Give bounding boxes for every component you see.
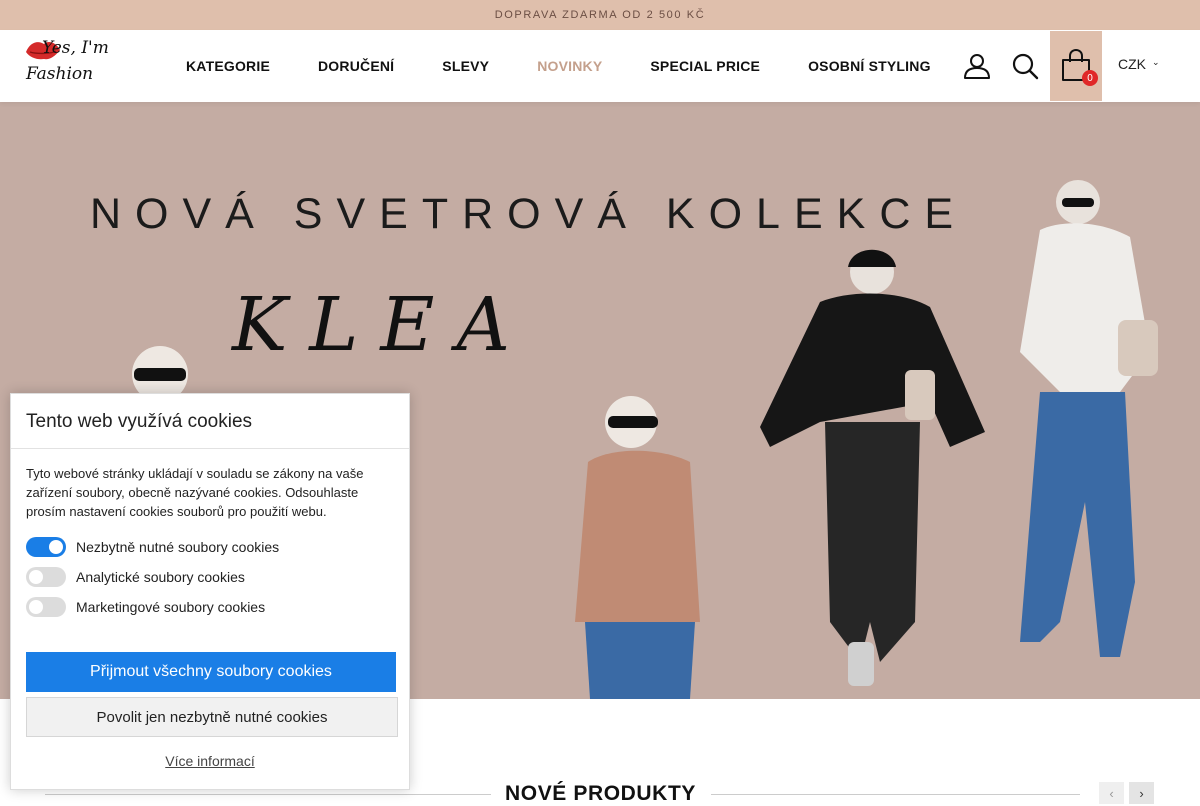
- logo-text-line1: Yes, I'm: [42, 38, 109, 58]
- hero-script-text: KLEA: [232, 282, 532, 368]
- cookie-dialog-title: Tento web využívá cookies: [26, 411, 253, 432]
- shipping-text: DOPRAVA ZDARMA OD 2 500 KČ: [494, 9, 706, 21]
- chevron-down-icon: ⌄: [1152, 56, 1160, 67]
- cart-button[interactable]: 0: [1050, 31, 1102, 101]
- main-nav: KATEGORIE DORUČENÍ SLEVY NOVINKY SPECIAL…: [186, 30, 979, 102]
- carousel-next-button[interactable]: ›: [1129, 782, 1154, 804]
- nav-item-slevy[interactable]: SLEVY: [442, 58, 489, 74]
- nav-item-novinky[interactable]: NOVINKY: [537, 58, 602, 74]
- toggle-label: Nezbytně nutné soubory cookies: [76, 539, 280, 555]
- marketing-cookies-toggle[interactable]: [26, 597, 66, 617]
- logo-text-line2: Fashion: [26, 64, 94, 84]
- toggle-label: Analytické soubory cookies: [76, 569, 245, 585]
- chevron-left-icon: ‹: [1109, 785, 1114, 801]
- nav-item-special-price[interactable]: SPECIAL PRICE: [650, 58, 760, 74]
- search-icon: [1012, 53, 1039, 80]
- section-title: NOVÉ PRODUKTY: [505, 782, 696, 805]
- nav-item-doruceni[interactable]: DORUČENÍ: [318, 58, 394, 74]
- cookie-consent-dialog: Tento web využívá cookies Tyto webové st…: [10, 393, 410, 790]
- divider: [711, 794, 1080, 795]
- cookie-dialog-text: Tyto webové stránky ukládají v souladu s…: [26, 466, 364, 519]
- more-info-link[interactable]: Více informací: [11, 753, 409, 769]
- hero-title: NOVÁ SVETROVÁ KOLEKCE: [90, 190, 968, 238]
- site-header: Yes, I'm Fashion KATEGORIE DORUČENÍ SLEV…: [0, 30, 1200, 102]
- currency-selector[interactable]: CZK ⌄: [1118, 56, 1160, 72]
- cart-count-badge: 0: [1082, 70, 1098, 86]
- chevron-right-icon: ›: [1139, 785, 1144, 801]
- shipping-banner: DOPRAVA ZDARMA OD 2 500 KČ: [0, 0, 1200, 30]
- divider: [45, 794, 491, 795]
- cookie-toggle-row-analytics: Analytické soubory cookies: [26, 567, 245, 587]
- user-icon: [964, 54, 990, 79]
- nav-item-kategorie[interactable]: KATEGORIE: [186, 58, 270, 74]
- account-button[interactable]: [958, 30, 996, 102]
- cookie-toggle-row-marketing: Marketingové soubory cookies: [26, 597, 265, 617]
- toggle-label: Marketingové soubory cookies: [76, 599, 266, 615]
- necessary-cookies-toggle[interactable]: [26, 537, 66, 557]
- divider: [11, 448, 409, 449]
- analytics-cookies-toggle[interactable]: [26, 567, 66, 587]
- currency-label: CZK: [1118, 56, 1146, 72]
- cookie-toggle-row-necessary: Nezbytně nutné soubory cookies: [26, 537, 279, 557]
- site-logo[interactable]: Yes, I'm Fashion: [24, 34, 110, 90]
- nav-item-osobni-styling[interactable]: OSOBNÍ STYLING: [808, 58, 931, 74]
- necessary-only-cookies-button[interactable]: Povolit jen nezbytně nutné cookies: [26, 697, 398, 737]
- accept-all-cookies-button[interactable]: Přijmout všechny soubory cookies: [26, 652, 396, 692]
- carousel-prev-button[interactable]: ‹: [1099, 782, 1124, 804]
- search-button[interactable]: [1006, 30, 1044, 102]
